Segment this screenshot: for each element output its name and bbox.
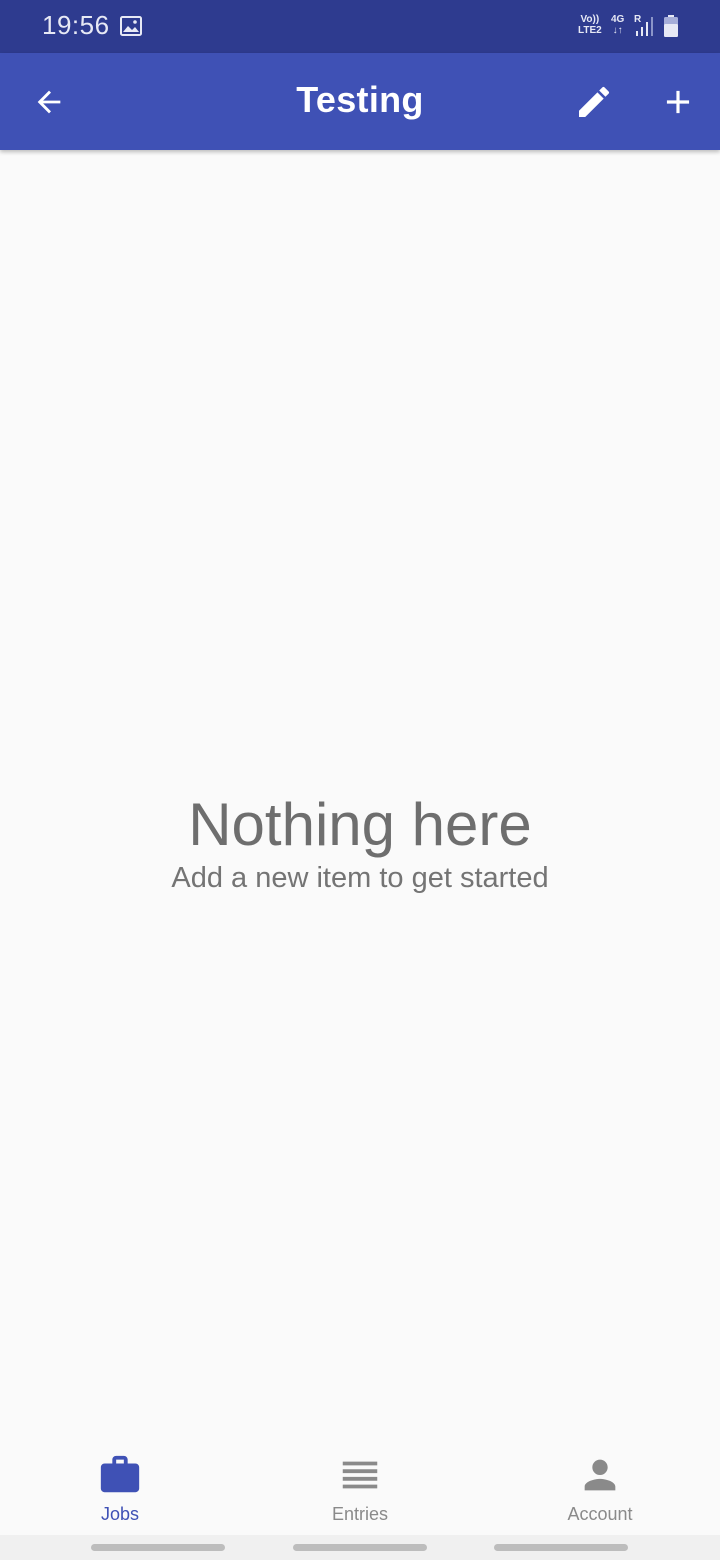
roaming-label: R (634, 14, 642, 25)
volte-label: Vo)) (580, 14, 600, 25)
gesture-pill-back[interactable] (494, 1544, 628, 1551)
plus-icon (666, 90, 690, 114)
data-type-label: 4G (611, 14, 625, 25)
signal-icon: R (634, 14, 653, 36)
data-indicator: 4G ↓↑ (611, 14, 624, 36)
nav-item-account[interactable]: Account (480, 1440, 720, 1535)
nav-label-jobs: Jobs (100, 1504, 140, 1524)
person-icon (584, 1459, 616, 1491)
nav-item-entries[interactable]: Entries (240, 1440, 480, 1535)
nav-label-account: Account (567, 1504, 633, 1524)
screen: 19:56 Vo)) LTE2 4G ↓↑ R Testing Nothing … (0, 0, 720, 1560)
add-button[interactable] (653, 77, 703, 127)
empty-state-title: Nothing here (188, 791, 532, 858)
empty-state: Nothing here Add a new item to get start… (0, 790, 720, 896)
nav-item-jobs[interactable]: Jobs (0, 1440, 240, 1535)
network-indicator: Vo)) LTE2 (578, 14, 602, 36)
status-time: 19:56 (42, 10, 110, 40)
lte-label: LTE2 (578, 25, 602, 36)
image-icon (120, 16, 142, 36)
gesture-bar (0, 1535, 720, 1560)
battery-icon (664, 15, 678, 37)
briefcase-icon (100, 1455, 140, 1493)
gesture-pill-recents[interactable] (91, 1544, 225, 1551)
app-bar: Testing (0, 53, 720, 150)
nav-label-entries: Entries (331, 1504, 389, 1524)
data-arrows-label: ↓↑ (612, 25, 623, 36)
edit-button[interactable] (569, 77, 619, 127)
status-bar: 19:56 Vo)) LTE2 4G ↓↑ R (0, 0, 720, 53)
list-icon (342, 1461, 378, 1489)
gesture-pill-home[interactable] (293, 1544, 427, 1551)
bottom-navigation: Jobs Entries Account (0, 1440, 720, 1535)
pencil-icon (579, 86, 610, 117)
empty-state-subtitle: Add a new item to get started (171, 862, 549, 894)
